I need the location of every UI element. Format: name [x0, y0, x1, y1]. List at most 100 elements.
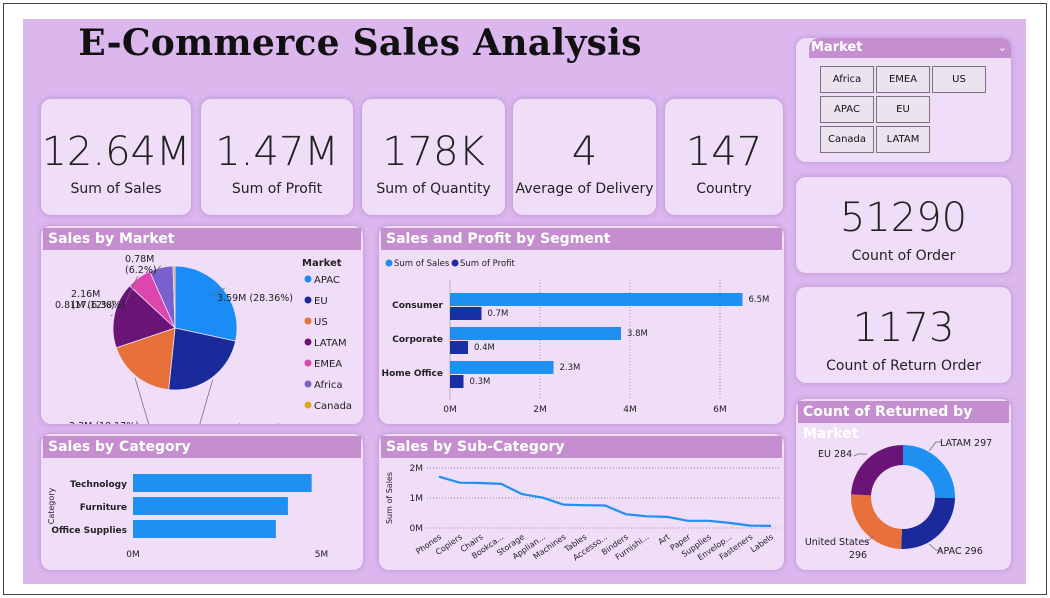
- slicer-title: Market ⌄: [809, 38, 1011, 58]
- donut-label-united-states: United States 296: [805, 537, 869, 561]
- line-series-sales: [438, 475, 772, 527]
- bar-sum-of-sales-home-office: [450, 361, 554, 374]
- category-label-home-office: Home Office: [382, 369, 443, 379]
- pie-leader-eu: [199, 379, 213, 424]
- category-label-furniture: Furniture: [80, 503, 127, 513]
- slicer-option-canada[interactable]: Canada: [820, 126, 874, 153]
- bar-sum-of-profit-corporate: [450, 341, 468, 354]
- x-tick-label-6: 6M: [713, 405, 727, 415]
- category-label-office-supplies: Office Supplies: [51, 526, 127, 536]
- legend-swatch-sum-of-sales: [385, 259, 393, 267]
- kpi-label: Sum of Profit: [231, 181, 323, 197]
- sub-category-card: Sales by Sub-Category Sum of Sales 0M 1M 2M…: [379, 434, 784, 570]
- legend-label-latam: LATAM: [314, 338, 347, 349]
- bar-sum-of-sales-consumer: [450, 293, 743, 306]
- bar-sum-of-profit-home-office: [450, 375, 464, 388]
- legend-label-apac: APAC: [314, 275, 340, 286]
- legend-label-emea: EMEA: [314, 359, 342, 370]
- legend-swatch-emea: [304, 359, 312, 367]
- bar-office-supplies: [133, 520, 276, 538]
- legend-swatch-latam: [304, 338, 312, 346]
- bar-furniture: [133, 497, 288, 515]
- kpi-value: 12.64M: [41, 129, 191, 175]
- chart-title: Sales by Sub-Category: [381, 436, 782, 458]
- x-tick-label-2: 2M: [533, 405, 547, 415]
- data-label-sum-of-profit-consumer: 0.7M: [488, 309, 509, 319]
- kpi-value: 1173: [852, 305, 955, 351]
- legend-swatch-canada: [304, 401, 312, 409]
- slicer-title-label: Market: [811, 40, 863, 55]
- legend-title: Market: [302, 258, 342, 269]
- kpi-card-country: 147 Country: [665, 99, 783, 215]
- count-returned-by-market-chart: LATAM 297 APAC 296 United States 296 EU 284: [805, 438, 992, 561]
- legend-label-sum-of-profit: Sum of Profit: [460, 259, 515, 269]
- data-label-sum-of-profit-corporate: 0.4M: [474, 343, 495, 353]
- slicer-option-africa[interactable]: Africa: [820, 66, 874, 93]
- pie-label-africa: 0.78M (6.2%): [125, 254, 157, 276]
- donut-label-latam: LATAM 297: [940, 438, 992, 449]
- pie-label-emea: 0.81M (6.38%): [55, 300, 125, 311]
- donut-slice-apac: [901, 497, 955, 549]
- pie-label-us: 2.3M (18.17%): [69, 421, 139, 424]
- y-tick-label-0: 0M: [410, 524, 424, 534]
- kpi-value: 51290: [839, 195, 968, 241]
- sales-by-sub-category-chart: Sum of Sales0M1M2MPhonesCopiersChairsBoo…: [385, 464, 779, 562]
- data-label-sum-of-sales-consumer: 6.5M: [749, 295, 770, 305]
- slicer-option-apac[interactable]: APAC: [820, 96, 874, 123]
- chevron-down-icon[interactable]: ⌄: [998, 38, 1007, 58]
- legend-label-canada: Canada: [314, 401, 352, 412]
- sales-by-category-chart: Category Technology Furniture Office Suppli…: [47, 474, 329, 560]
- donut-label-eu: EU 284: [818, 449, 852, 460]
- pie-leader-us: [134, 377, 150, 424]
- data-label-sum-of-profit-home-office: 0.3M: [470, 377, 491, 387]
- category-card: Sales by Category Category Technology Furn…: [41, 434, 363, 570]
- donut-slice-eu: [851, 445, 903, 496]
- category-label-technology: Technology: [70, 480, 127, 490]
- slicer-option-latam[interactable]: LATAM: [876, 126, 930, 153]
- y-tick-label-2: 2M: [410, 464, 424, 474]
- y-tick-label-1: 1M: [410, 494, 424, 504]
- donut-slice-latam: [903, 445, 955, 499]
- market-slicer: Market ⌄ Africa EMEA US APAC EU Canada L…: [796, 38, 1011, 162]
- slicer-option-emea[interactable]: EMEA: [876, 66, 930, 93]
- legend-swatch-eu: [304, 296, 312, 304]
- x-tick-label-0: 0M: [443, 405, 457, 415]
- kpi-label: Sum of Sales: [70, 181, 162, 197]
- kpi-card-sales: 12.64M Sum of Sales: [41, 99, 191, 215]
- kpi-label: Count of Return Order: [826, 358, 981, 374]
- legend-swatch-us: [304, 317, 312, 325]
- pie-label-apac: 3.59M (28.36%): [217, 293, 293, 304]
- kpi-label: Sum of Quantity: [376, 181, 491, 197]
- kpi-card-profit: 1.47M Sum of Profit: [201, 99, 353, 215]
- legend-swatch-apac: [304, 275, 312, 283]
- x-tick-label-labels: Labels: [749, 532, 775, 554]
- chart-title: Count of Returned by Market: [798, 401, 1009, 442]
- segment-card: Sales and Profit by Segment Sum of Sales…: [379, 226, 784, 424]
- kpi-value: 4: [571, 129, 598, 175]
- slicer-option-us[interactable]: US: [932, 66, 986, 93]
- sales-profit-by-segment-chart: Sum of Sales Sum of Profit Consumer 6.5M 0.7…: [382, 259, 770, 415]
- category-label-corporate: Corporate: [392, 335, 443, 345]
- chart-title: Sales and Profit by Segment: [381, 228, 782, 250]
- kpi-label: Average of Delivery: [515, 181, 654, 197]
- kpi-card-delivery: 4 Average of Delivery: [513, 99, 656, 215]
- kpi-card-return-count: 1173 Count of Return Order: [796, 287, 1011, 383]
- category-label-consumer: Consumer: [392, 301, 443, 311]
- y-axis-label: Sum of Sales: [385, 472, 394, 524]
- slicer-option-eu[interactable]: EU: [876, 96, 930, 123]
- x-tick-label-5: 5M: [315, 550, 329, 560]
- returned-card: Count of Returned by Market LATAM 297 APA…: [796, 399, 1011, 570]
- y-axis-label: Category: [47, 487, 56, 524]
- pie-label-eu: 2.94M (23.24%): [205, 423, 281, 424]
- chart-title: Sales by Category: [43, 436, 361, 458]
- donut-leader-eu: [853, 453, 867, 457]
- page-title: E-Commerce Sales Analysis: [78, 22, 642, 64]
- legend-swatch-africa: [304, 380, 312, 388]
- legend-label-eu: EU: [314, 296, 328, 307]
- kpi-label: Count of Order: [851, 248, 956, 264]
- x-tick-label-4: 4M: [623, 405, 637, 415]
- sales-by-market-chart: 3.59M (28.36%) 2.94M (23.24%) 2.3M (18.17%…: [55, 254, 352, 424]
- bar-sum-of-profit-consumer: [450, 307, 482, 320]
- kpi-card-order-count: 51290 Count of Order: [796, 177, 1011, 273]
- bar-sum-of-sales-corporate: [450, 327, 621, 340]
